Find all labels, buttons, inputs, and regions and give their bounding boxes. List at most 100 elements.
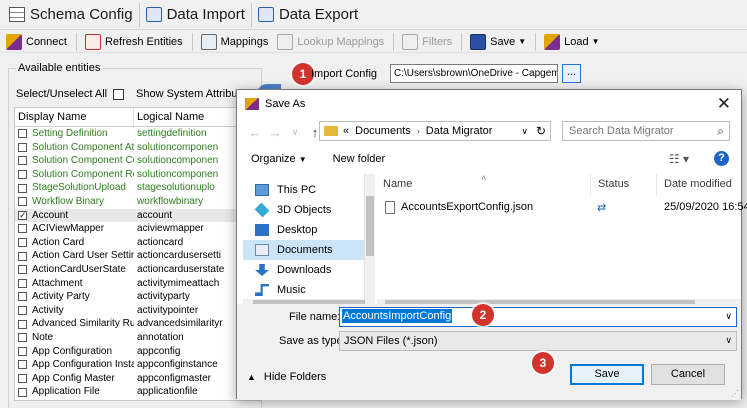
row-checkbox[interactable] — [18, 333, 27, 343]
nav-item[interactable]: This PC — [243, 180, 364, 200]
chevron-down-icon[interactable]: ∨ — [521, 126, 528, 137]
chevron-down-icon: ▼ — [591, 37, 600, 46]
table-row[interactable]: Advanced Similarity Rule advancedsimilari… — [15, 317, 260, 331]
resize-grip-icon[interactable]: ⋰ — [731, 389, 739, 398]
show-system-attributes-toggle[interactable]: Show System Attributes — [136, 88, 252, 100]
recent-dropdown-icon[interactable]: ∨ — [285, 127, 305, 138]
mappings-button[interactable]: Mappings — [200, 33, 268, 50]
filters-button[interactable]: Filters — [402, 33, 452, 50]
nav-item[interactable]: Documents — [243, 240, 364, 260]
table-row[interactable]: Solution Component Co...solutioncomponen — [15, 154, 260, 168]
nav-item[interactable]: Desktop — [243, 220, 364, 240]
import-config-path-input[interactable]: C:\Users\sbrown\OneDrive - Capgemi — [390, 64, 558, 83]
col-status[interactable]: Status — [598, 178, 629, 190]
scroll-thumb[interactable] — [366, 196, 374, 256]
folder-icon — [324, 126, 338, 136]
table-row[interactable]: ActionCardUserState actioncarduserstate — [15, 263, 260, 277]
table-row[interactable]: Workflow Binary workflowbinary — [15, 195, 260, 209]
row-checkbox[interactable] — [18, 183, 27, 193]
lookup-mappings-button[interactable]: Lookup Mappings — [277, 33, 384, 50]
col-display-name[interactable]: Display Name — [15, 108, 135, 126]
browse-button[interactable]: ... — [562, 64, 581, 83]
row-checkbox[interactable] — [18, 306, 27, 316]
table-row[interactable]: Accountaccount — [15, 208, 260, 223]
table-row[interactable]: Solution Component Att...solutioncompone… — [15, 141, 260, 155]
help-icon[interactable]: ? — [714, 151, 729, 166]
file-row[interactable]: AccountsExportConfig.json ⇄ 25/09/2020 1… — [377, 199, 747, 217]
navigation-scrollbar[interactable] — [365, 174, 375, 299]
tab-data-export[interactable]: Data Export — [252, 3, 364, 27]
row-checkbox[interactable] — [18, 292, 27, 302]
row-checkbox[interactable] — [18, 238, 27, 248]
table-row[interactable]: Note annotation — [15, 331, 260, 345]
col-name[interactable]: Name — [383, 178, 412, 190]
row-checkbox[interactable] — [18, 224, 27, 234]
row-checkbox[interactable] — [18, 170, 27, 180]
load-dropdown-button[interactable]: Load ▼ — [544, 33, 600, 50]
back-arrow-icon[interactable]: ← — [245, 125, 265, 140]
row-checkbox[interactable] — [18, 129, 27, 139]
nav-item[interactable]: Music — [243, 280, 364, 300]
row-checkbox[interactable] — [18, 251, 27, 261]
table-row[interactable]: Activity activitypointer — [15, 304, 260, 318]
table-row[interactable]: App Config Master appconfigmaster — [15, 372, 260, 386]
search-input[interactable]: Search Data Migrator ⌕ — [562, 121, 730, 141]
refresh-entities-button[interactable]: Refresh Entities — [84, 33, 183, 50]
row-checkbox[interactable] — [18, 265, 27, 275]
organize-button[interactable]: Organize ▼ — [251, 153, 307, 165]
file-list: Name ˄ Status Date modified AccountsExpo… — [377, 173, 747, 299]
table-row[interactable]: App Configuration appconfig — [15, 345, 260, 359]
nav-item-label: Downloads — [277, 264, 332, 276]
row-checkbox[interactable] — [18, 197, 27, 207]
tab-schema-config[interactable]: Schema Config — [3, 2, 140, 27]
table-row[interactable]: StageSolutionUpload stagesolutionuplo — [15, 181, 260, 195]
save-button[interactable]: Save — [570, 364, 644, 385]
select-all-checkbox[interactable] — [113, 88, 125, 100]
tab-data-import[interactable]: Data Import — [140, 2, 252, 27]
step-badge-2: 2 — [472, 304, 494, 326]
row-checkbox[interactable] — [18, 360, 27, 370]
row-checkbox[interactable] — [18, 156, 27, 166]
save-dropdown-button[interactable]: Save ▼ — [470, 33, 526, 50]
crumb-documents[interactable]: Documents — [355, 125, 411, 137]
row-checkbox[interactable] — [18, 278, 27, 288]
nav-item[interactable]: 3D Objects — [243, 200, 364, 220]
select-all-toggle[interactable]: Select/Unselect All — [16, 88, 125, 100]
connect-button[interactable]: Connect — [6, 33, 67, 50]
col-date-modified[interactable]: Date modified — [664, 178, 732, 190]
dialog-command-bar: Organize ▼ New folder ☷ ▾ ? — [237, 146, 741, 172]
table-row[interactable]: Solution Component Rel...solutioncompone… — [15, 168, 260, 182]
row-checkbox[interactable] — [18, 346, 27, 356]
save-as-type-select[interactable]: JSON Files (*.json) ∨ — [339, 331, 737, 351]
table-row[interactable]: Action Card actioncard — [15, 236, 260, 250]
table-row[interactable]: Activity Party activityparty — [15, 290, 260, 304]
chevron-down-icon[interactable]: ∨ — [725, 311, 732, 322]
row-checkbox[interactable] — [18, 387, 27, 397]
table-row[interactable]: Action Card User Settingsactioncardusers… — [15, 249, 260, 263]
table-row[interactable]: Setting Definition settingdefinition — [15, 127, 260, 141]
new-folder-button[interactable]: New folder — [333, 153, 386, 165]
nav-item[interactable]: Downloads — [243, 260, 364, 280]
view-options-icon[interactable]: ☷ ▾ — [669, 152, 689, 166]
row-checkbox[interactable] — [18, 142, 27, 152]
hide-folders-toggle[interactable]: ▲ Hide Folders — [247, 371, 326, 383]
cancel-button[interactable]: Cancel — [651, 364, 725, 385]
file-date: 25/09/2020 16:54 — [664, 201, 747, 213]
table-row[interactable]: App Configuration Insta... appconfiginsta… — [15, 358, 260, 372]
display-name-cell: Application File — [15, 385, 134, 399]
table-row[interactable]: Attachment activitymimeattach — [15, 277, 260, 291]
file-name-input[interactable]: AccountsImportConfig ∨ — [339, 307, 737, 327]
crumb-data-migrator[interactable]: Data Migrator — [426, 125, 493, 137]
forward-arrow-icon[interactable]: → — [265, 125, 285, 140]
row-checkbox[interactable] — [18, 373, 27, 383]
table-row[interactable]: ACIViewMapper aciviewmapper — [15, 222, 260, 236]
address-bar[interactable]: « Documents › Data Migrator ∨ ↻ — [319, 121, 551, 141]
file-icon — [385, 201, 395, 214]
crumb-overflow[interactable]: « — [343, 125, 349, 137]
toolbar-separator — [535, 32, 537, 51]
refresh-icon[interactable]: ↻ — [536, 124, 546, 138]
table-row[interactable]: Application File applicationfile — [15, 385, 260, 399]
close-icon[interactable]: ✕ — [717, 94, 731, 114]
row-checkbox[interactable] — [18, 319, 27, 329]
row-checkbox[interactable] — [18, 209, 27, 222]
